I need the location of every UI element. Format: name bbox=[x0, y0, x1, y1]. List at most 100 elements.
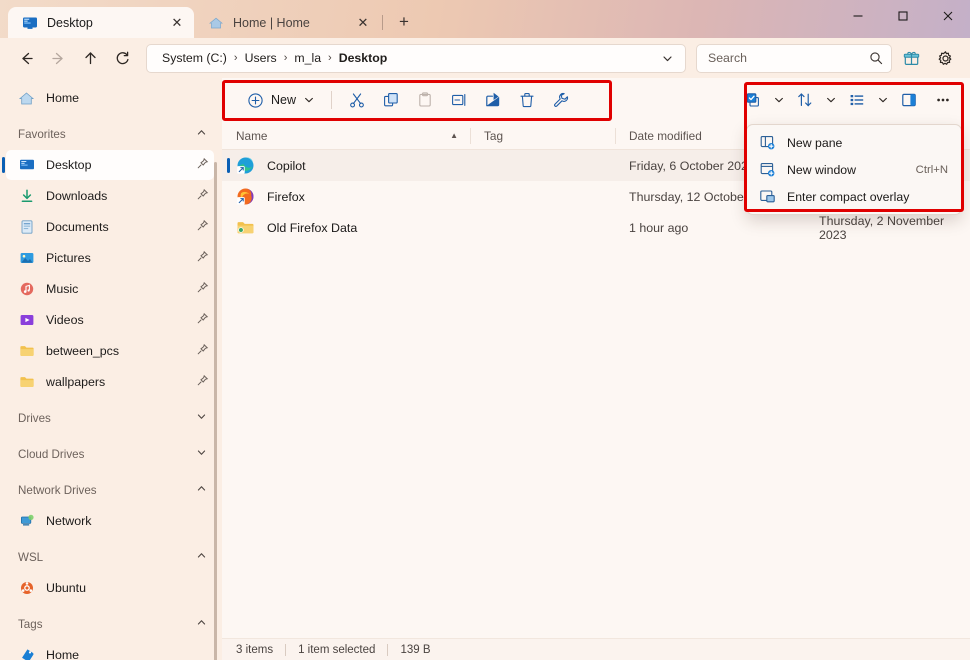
window-controls bbox=[835, 0, 970, 38]
maximize-button[interactable] bbox=[880, 0, 925, 31]
sidebar-item-wallpapers[interactable]: wallpapers bbox=[6, 367, 214, 397]
sort-button[interactable] bbox=[790, 85, 820, 115]
pin-icon[interactable] bbox=[196, 281, 210, 297]
sidebar-section-network-drives[interactable]: Network Drives bbox=[6, 475, 214, 505]
sidebar-section-favorites[interactable]: Favorites bbox=[6, 119, 214, 149]
forward-button[interactable] bbox=[42, 43, 74, 73]
properties-button[interactable] bbox=[546, 85, 576, 115]
breadcrumb-item-system[interactable]: System (C:) bbox=[159, 49, 230, 67]
sidebar-item-videos-label: Videos bbox=[46, 313, 84, 327]
breadcrumb-item-user[interactable]: m_la bbox=[291, 49, 324, 67]
back-button[interactable] bbox=[10, 43, 42, 73]
sidebar-section-tags-label: Tags bbox=[18, 617, 43, 631]
sidebar-item-ubuntu[interactable]: Ubuntu bbox=[6, 573, 214, 603]
sidebar-item-videos[interactable]: Videos bbox=[6, 305, 214, 335]
layout-panes-button[interactable] bbox=[894, 85, 924, 115]
sidebar-item-network[interactable]: Network bbox=[6, 506, 214, 536]
column-header-name[interactable]: Name ▲ bbox=[222, 122, 470, 150]
sidebar-item-downloads[interactable]: Downloads bbox=[6, 181, 214, 211]
delete-button[interactable] bbox=[512, 85, 542, 115]
cut-button[interactable] bbox=[342, 85, 372, 115]
select-icon bbox=[746, 93, 759, 107]
select-chevron-down-icon[interactable] bbox=[770, 85, 788, 115]
pin-icon[interactable] bbox=[196, 188, 210, 204]
chevron-down-icon[interactable] bbox=[196, 447, 207, 461]
share-icon bbox=[486, 92, 500, 107]
navigation-pane[interactable]: Home Favorites Desktop Downloads Documen… bbox=[0, 78, 222, 660]
sidebar-item-tag-home[interactable]: Home bbox=[6, 640, 214, 660]
table-row[interactable]: Old Firefox Data 1 hour ago Thursday, 2 … bbox=[222, 212, 970, 243]
minimize-button[interactable] bbox=[835, 0, 880, 31]
up-button[interactable] bbox=[74, 43, 106, 73]
sidebar-section-tags[interactable]: Tags bbox=[6, 609, 214, 639]
gift-icon[interactable] bbox=[896, 43, 926, 73]
pin-icon[interactable] bbox=[196, 312, 210, 328]
view-chevron-down-icon[interactable] bbox=[874, 85, 892, 115]
sidebar-scrollbar[interactable] bbox=[214, 162, 217, 660]
layout-options-menu[interactable]: New pane New window Ctrl+N Enter compact… bbox=[746, 124, 962, 215]
more-button[interactable] bbox=[928, 85, 958, 115]
pin-icon[interactable] bbox=[196, 157, 210, 173]
close-button[interactable] bbox=[925, 0, 970, 31]
column-header-date-modified-label: Date modified bbox=[629, 128, 702, 143]
file-name-label: Firefox bbox=[267, 189, 305, 204]
sort-group[interactable] bbox=[788, 85, 840, 115]
column-header-name-label: Name bbox=[236, 128, 268, 143]
pin-icon[interactable] bbox=[196, 374, 210, 390]
search-input[interactable]: Search bbox=[696, 43, 892, 73]
music-icon bbox=[18, 281, 35, 298]
new-tab-button[interactable]: + bbox=[391, 9, 417, 35]
chevron-up-icon[interactable] bbox=[196, 550, 207, 564]
navigation-bar: System (C:) › Users › m_la › Desktop Sea… bbox=[0, 38, 970, 78]
cut-icon bbox=[350, 93, 364, 108]
menu-item-new-pane[interactable]: New pane bbox=[751, 129, 957, 156]
sidebar-item-music[interactable]: Music bbox=[6, 274, 214, 304]
select-button[interactable] bbox=[738, 85, 768, 115]
pin-icon[interactable] bbox=[196, 250, 210, 266]
new-button-label: New bbox=[271, 93, 297, 107]
sidebar-section-wsl[interactable]: WSL bbox=[6, 542, 214, 572]
chevron-up-icon[interactable] bbox=[196, 483, 207, 497]
sidebar-item-documents[interactable]: Documents bbox=[6, 212, 214, 242]
pin-icon[interactable] bbox=[196, 343, 210, 359]
chevron-down-icon[interactable] bbox=[655, 52, 679, 65]
sort-icon bbox=[798, 93, 812, 107]
menu-item-new-window[interactable]: New window Ctrl+N bbox=[751, 156, 957, 183]
copy-button[interactable] bbox=[376, 85, 406, 115]
breadcrumb-item-desktop[interactable]: Desktop bbox=[336, 49, 391, 67]
title-bar: Desktop ✕ Home | Home ✕ + bbox=[0, 0, 970, 38]
refresh-button[interactable] bbox=[106, 43, 138, 73]
sidebar-item-desktop[interactable]: Desktop bbox=[2, 150, 214, 180]
layout-panes-icon bbox=[902, 93, 916, 107]
paste-icon bbox=[419, 92, 431, 107]
sidebar-item-pictures[interactable]: Pictures bbox=[6, 243, 214, 273]
tab-home-close-icon[interactable]: ✕ bbox=[354, 14, 372, 32]
breadcrumb-item-users[interactable]: Users bbox=[242, 49, 280, 67]
gear-icon[interactable] bbox=[930, 43, 960, 73]
sidebar-section-cloud-drives[interactable]: Cloud Drives bbox=[6, 439, 214, 469]
sidebar-item-home[interactable]: Home bbox=[6, 83, 214, 113]
sidebar-item-between-pcs[interactable]: between_pcs bbox=[6, 336, 214, 366]
chevron-up-icon[interactable] bbox=[196, 127, 207, 141]
tab-desktop[interactable]: Desktop ✕ bbox=[8, 7, 194, 38]
view-button[interactable] bbox=[842, 85, 872, 115]
rename-button[interactable] bbox=[444, 85, 474, 115]
tab-desktop-close-icon[interactable]: ✕ bbox=[168, 14, 186, 32]
menu-item-enter-compact-overlay[interactable]: Enter compact overlay bbox=[751, 183, 957, 210]
sort-chevron-down-icon[interactable] bbox=[822, 85, 840, 115]
file-name-cell: Firefox bbox=[222, 187, 470, 206]
chevron-up-icon[interactable] bbox=[196, 617, 207, 631]
column-header-tag[interactable]: Tag bbox=[470, 122, 615, 150]
command-bar: New bbox=[222, 78, 970, 122]
tab-home[interactable]: Home | Home ✕ bbox=[194, 7, 380, 38]
pin-icon[interactable] bbox=[196, 219, 210, 235]
sidebar-section-drives[interactable]: Drives bbox=[6, 403, 214, 433]
breadcrumb[interactable]: System (C:) › Users › m_la › Desktop bbox=[146, 43, 686, 73]
new-button[interactable]: New bbox=[240, 85, 323, 115]
paste-button[interactable] bbox=[410, 85, 440, 115]
select-group[interactable] bbox=[736, 85, 788, 115]
share-button[interactable] bbox=[478, 85, 508, 115]
view-group[interactable] bbox=[840, 85, 892, 115]
sidebar-item-desktop-label: Desktop bbox=[46, 158, 92, 172]
chevron-down-icon[interactable] bbox=[196, 411, 207, 425]
